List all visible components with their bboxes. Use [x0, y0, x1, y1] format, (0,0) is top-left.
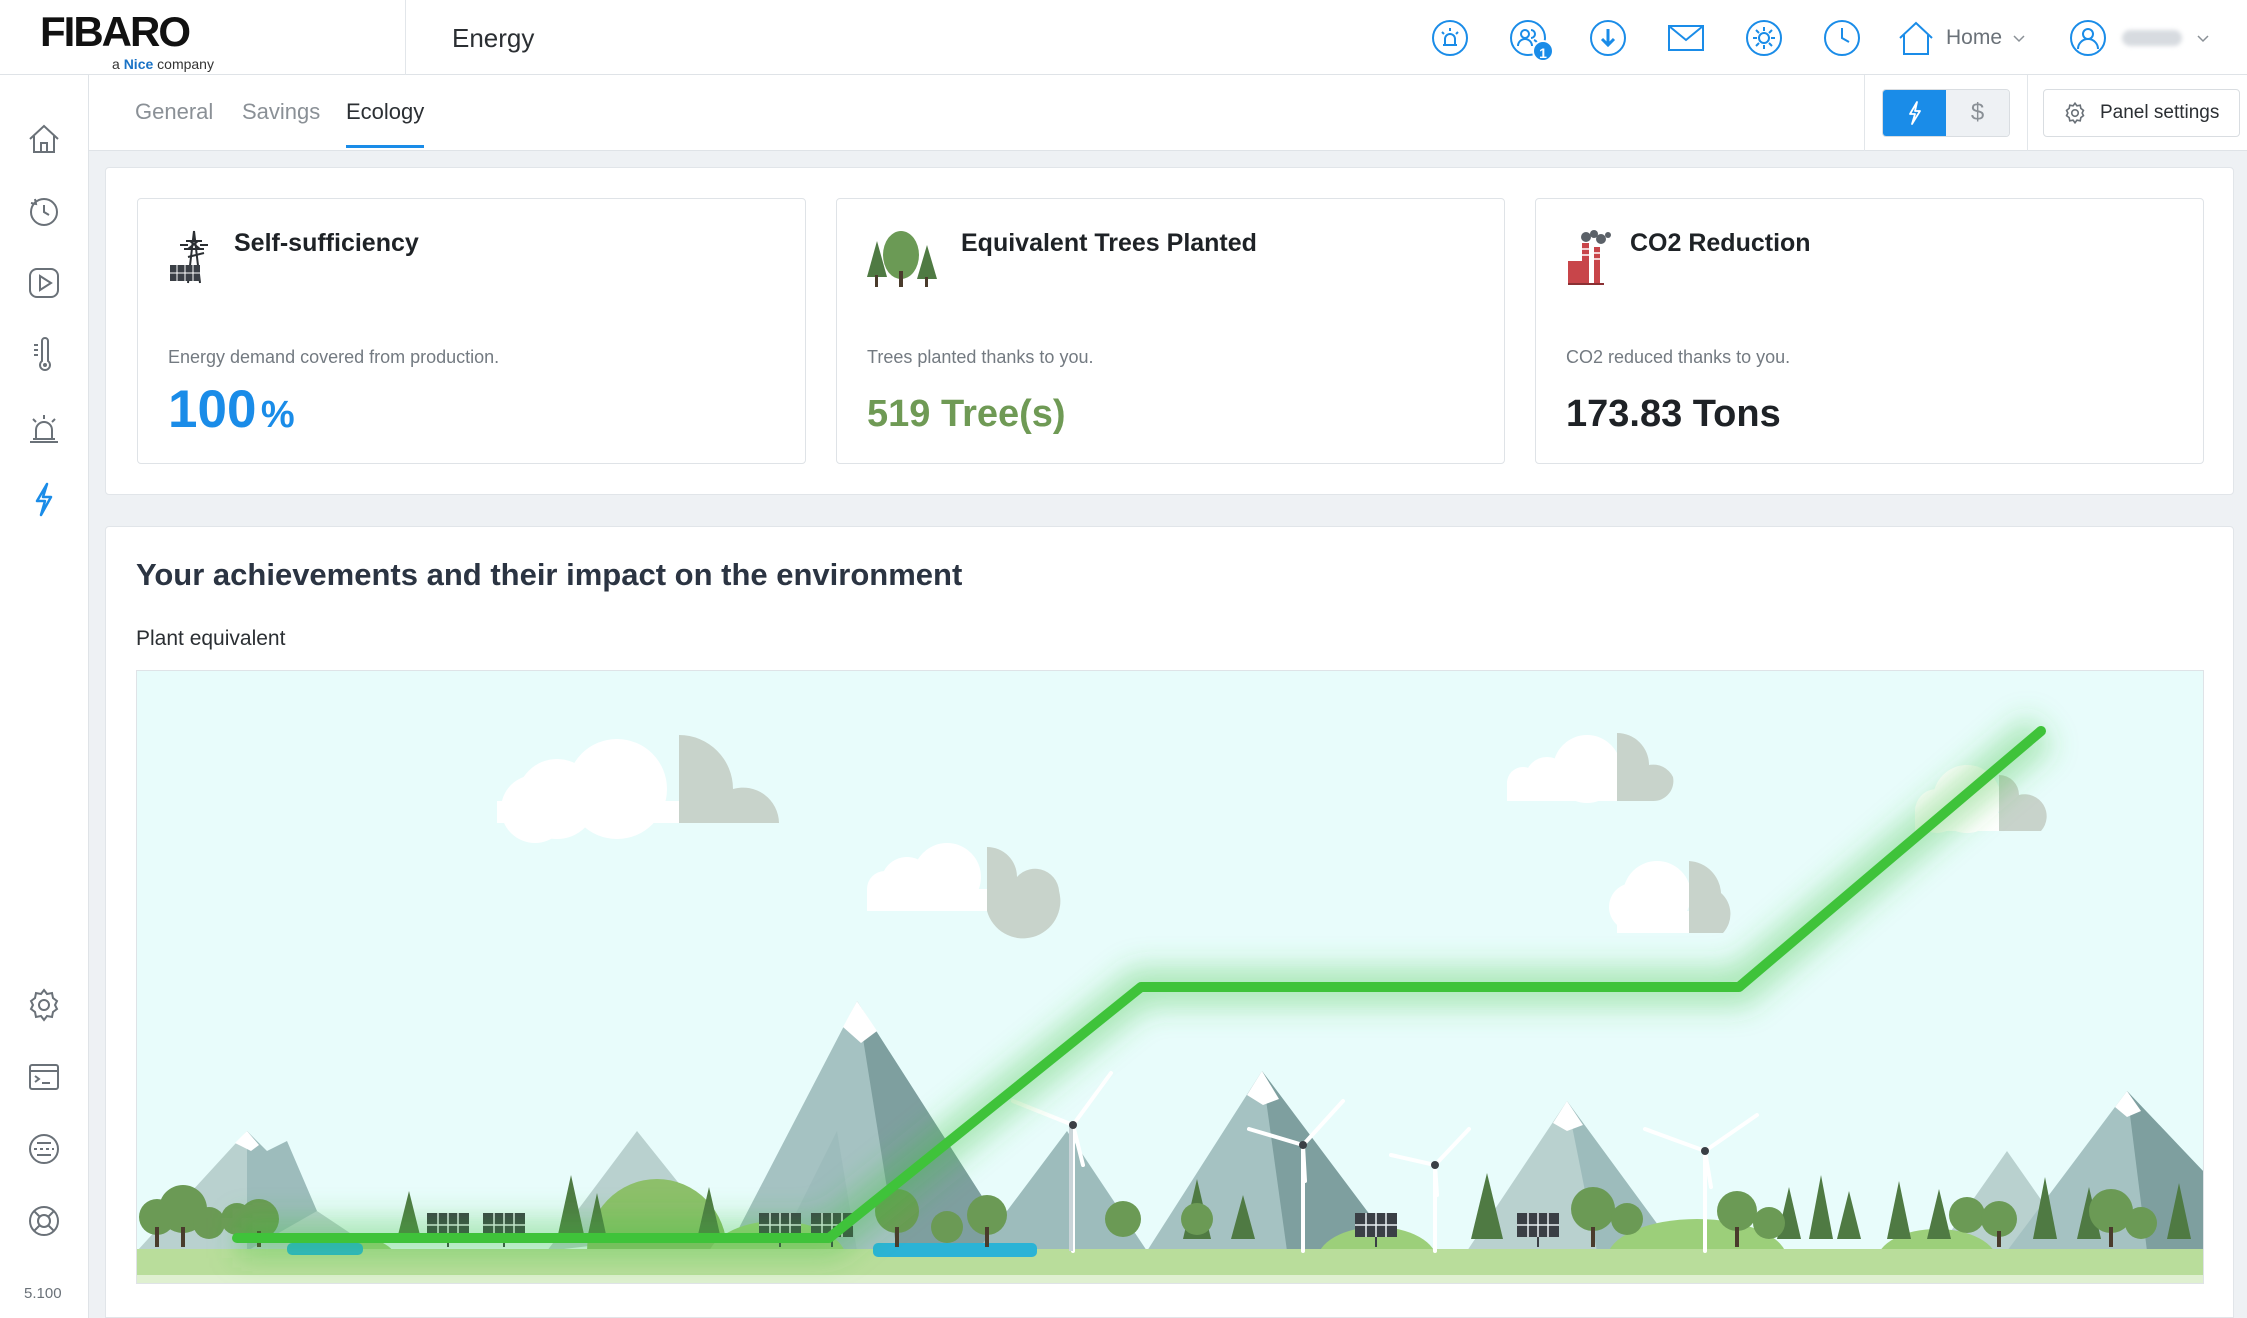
download-icon[interactable] [1588, 18, 1628, 58]
sidebar: 5.100 [0, 75, 89, 1318]
tab-savings[interactable]: Savings [242, 99, 320, 145]
top-header: FIBARO a Nice company Energy 1 Home [0, 0, 2247, 75]
header-divider [405, 0, 406, 75]
mail-icon[interactable] [1666, 18, 1706, 58]
network-icon[interactable] [24, 1129, 64, 1169]
trees-card: Equivalent Trees Planted Trees planted t… [836, 198, 1505, 464]
self-sufficiency-value: 100 % [168, 380, 295, 439]
home-label: Home [1946, 26, 2003, 49]
energy-toggle-button[interactable] [1883, 90, 1946, 136]
cloud [497, 735, 779, 843]
section-title: Your achievements and their impact on th… [136, 557, 963, 592]
co2-card: CO2 Reduction CO2 reduced thanks to you.… [1535, 198, 2204, 464]
chevron-down-icon [2197, 35, 2209, 43]
ground-strip [137, 1275, 2203, 1283]
home-icon[interactable] [24, 119, 64, 159]
settings-icon[interactable] [24, 985, 64, 1025]
tab-general[interactable]: General [135, 99, 213, 145]
version-label: 5.100 [24, 1285, 62, 1302]
tabs-divider [1864, 75, 1865, 151]
self-sufficiency-card: Self-sufficiency Energy demand covered f… [137, 198, 806, 464]
sun-icon[interactable] [1744, 18, 1784, 58]
card-title: Self-sufficiency [234, 229, 419, 257]
tab-ecology[interactable]: Ecology [346, 99, 425, 148]
user-icon [2070, 20, 2106, 56]
climate-icon[interactable] [24, 335, 64, 375]
unit-toggle: $ [1882, 89, 2010, 137]
scenes-icon[interactable] [24, 263, 64, 303]
tabs-divider [2027, 75, 2028, 151]
cloud [1609, 861, 1731, 933]
alarm-icon[interactable] [24, 407, 64, 447]
stats-section: Self-sufficiency Energy demand covered f… [105, 167, 2234, 495]
terminal-icon[interactable] [24, 1057, 64, 1097]
logo-subtitle: a Nice company [112, 56, 214, 72]
card-description: Trees planted thanks to you. [867, 347, 1094, 367]
trees-icon [865, 227, 945, 287]
factory-icon [1564, 227, 1620, 287]
gear-icon [2065, 101, 2085, 125]
trees-value: 519 Tree(s) [867, 393, 1066, 435]
achievements-section: Your achievements and their impact on th… [105, 526, 2234, 1318]
page-title: Energy [452, 23, 535, 53]
history-icon[interactable] [24, 191, 64, 231]
energy-icon[interactable] [24, 479, 64, 519]
section-subtitle: Plant equivalent [136, 627, 286, 650]
users-icon[interactable]: 1 [1508, 18, 1554, 62]
support-icon[interactable] [24, 1201, 64, 1241]
card-description: Energy demand covered from production. [168, 347, 500, 367]
power-tower-icon [166, 227, 222, 287]
tabs-bar: General Savings Ecology $ Panel settings [89, 75, 2247, 151]
alarm-icon[interactable] [1430, 18, 1470, 58]
cloud [1507, 733, 1674, 803]
home-icon [1899, 21, 1933, 55]
cloud [867, 843, 1061, 939]
card-description: CO2 reduced thanks to you. [1566, 347, 1791, 367]
chevron-down-icon [2013, 35, 2025, 43]
fibaro-logo[interactable]: FIBARO a Nice company [40, 8, 220, 72]
card-title: CO2 Reduction [1630, 229, 1811, 257]
user-name [2122, 30, 2182, 46]
notification-badge: 1 [1532, 40, 1554, 62]
panel-settings-button[interactable]: Panel settings [2043, 89, 2240, 137]
currency-toggle-button[interactable]: $ [1946, 90, 2009, 136]
landscape-illustration [137, 715, 2203, 1283]
lightning-icon [1908, 101, 1921, 125]
clock-icon[interactable] [1822, 18, 1862, 58]
home-selector[interactable]: Home [1896, 18, 2026, 58]
plant-equivalent-scene [136, 670, 2204, 1284]
co2-value: 173.83 Tons [1566, 393, 1781, 435]
panel-settings-label: Panel settings [2100, 102, 2220, 123]
user-menu[interactable] [2068, 18, 2210, 58]
logo-text: FIBARO [40, 8, 191, 55]
card-title: Equivalent Trees Planted [961, 229, 1257, 257]
